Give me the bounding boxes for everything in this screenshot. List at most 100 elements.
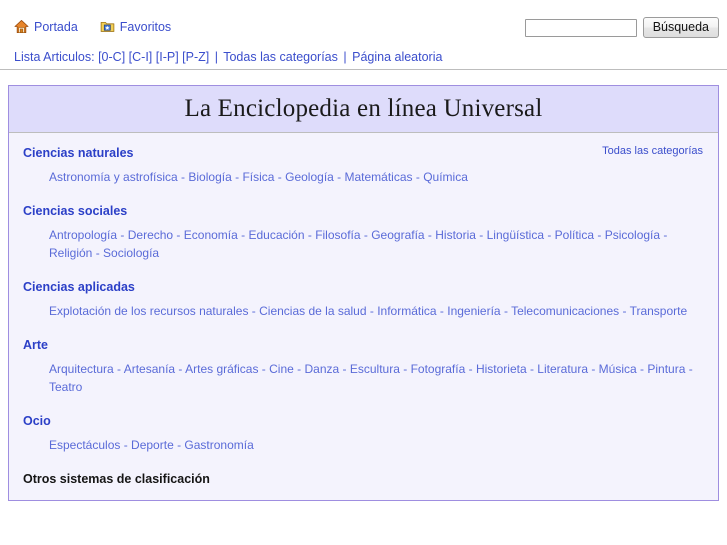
favoritos-link[interactable]: Favoritos — [100, 19, 171, 34]
item-separator: - — [594, 228, 605, 242]
category-link[interactable]: Literatura — [537, 362, 588, 376]
category-link[interactable]: Sociología — [103, 246, 159, 260]
section-heading[interactable]: Ciencias aplicadas — [23, 279, 704, 295]
portada-link[interactable]: Portada — [14, 19, 78, 34]
search-input[interactable] — [524, 18, 637, 37]
item-separator: - — [274, 170, 286, 184]
category-link[interactable]: Telecomunicaciones — [511, 304, 619, 318]
item-separator: - — [117, 228, 128, 242]
range-link-c-i[interactable]: [C-I] — [129, 50, 153, 64]
item-separator: - — [588, 362, 599, 376]
range-link-0-c[interactable]: [0-C] — [98, 50, 125, 64]
item-separator: - — [237, 228, 249, 242]
category-link[interactable]: Ingeniería — [447, 304, 500, 318]
category-link[interactable]: Matemáticas — [345, 170, 413, 184]
category-link[interactable]: Teatro — [49, 380, 82, 394]
item-separator: - — [424, 228, 436, 242]
all-categories-link[interactable]: Todas las categorías — [602, 144, 703, 158]
category-section: Otros sistemas de clasificación — [23, 471, 704, 487]
category-link[interactable]: Gastronomía — [184, 438, 253, 452]
category-link[interactable]: Geografía — [371, 228, 424, 242]
category-link[interactable]: Artesanía — [124, 362, 175, 376]
item-separator: - — [339, 362, 350, 376]
nav-separator-1: | — [214, 50, 218, 64]
section-heading[interactable]: Ocio — [23, 413, 704, 429]
folder-star-icon — [100, 19, 115, 34]
item-separator: - — [660, 228, 668, 242]
category-link[interactable]: Música — [599, 362, 637, 376]
portada-label: Portada — [34, 19, 78, 34]
category-link[interactable]: Ciencias de la salud — [259, 304, 366, 318]
range-link-p-z[interactable]: [P-Z] — [182, 50, 209, 64]
main-content-box: La Enciclopedia en línea Universal Todas… — [8, 85, 719, 501]
item-separator: - — [173, 228, 184, 242]
section-items: Espectáculos - Deporte - Gastronomía — [49, 436, 704, 454]
item-separator: - — [412, 170, 424, 184]
category-link[interactable]: Fotografía — [411, 362, 466, 376]
category-link[interactable]: Escultura — [350, 362, 400, 376]
category-link[interactable]: Filosofía — [315, 228, 360, 242]
nav-all-categories-link[interactable]: Todas las categorías — [223, 50, 338, 64]
category-list: Todas las categorías Ciencias naturales A… — [9, 133, 718, 500]
search-button[interactable]: Búsqueda — [642, 17, 719, 38]
category-link[interactable]: Geología — [285, 170, 334, 184]
item-separator: - — [120, 438, 132, 452]
category-link[interactable]: Artes gráficas — [185, 362, 258, 376]
category-link[interactable]: Economía — [184, 228, 238, 242]
item-separator: - — [258, 362, 270, 376]
article-list-navbar: Lista Articulos: [0-C] [C-I] [I-P] [P-Z]… — [0, 45, 727, 70]
category-link[interactable]: Cine — [269, 362, 294, 376]
category-link[interactable]: Religión — [49, 246, 92, 260]
section-heading: Otros sistemas de clasificación — [23, 472, 210, 486]
item-separator: - — [231, 170, 243, 184]
section-items: Antropología - Derecho - Economía - Educ… — [49, 226, 704, 262]
category-link[interactable]: Antropología — [49, 228, 117, 242]
item-separator: - — [360, 228, 372, 242]
category-link[interactable]: Espectáculos — [49, 438, 120, 452]
item-separator: - — [173, 438, 185, 452]
item-separator: - — [333, 170, 345, 184]
nav-separator-2: | — [343, 50, 347, 64]
item-separator: - — [685, 362, 693, 376]
section-items: Astronomía y astrofísica - Biología - Fí… — [49, 168, 704, 186]
category-section: Ciencias sociales Antropología - Derecho … — [23, 203, 704, 262]
category-link[interactable]: Biología — [188, 170, 231, 184]
top-toolbar: Portada Favoritos Búsqueda — [0, 0, 727, 45]
item-separator: - — [465, 362, 476, 376]
category-link[interactable]: Deporte — [131, 438, 174, 452]
item-separator: - — [304, 228, 316, 242]
item-separator: - — [619, 304, 630, 318]
item-separator: - — [399, 362, 411, 376]
category-link[interactable]: Física — [242, 170, 274, 184]
section-heading[interactable]: Arte — [23, 337, 704, 353]
nav-random-page-link[interactable]: Página aleatoria — [352, 50, 442, 64]
item-separator: - — [436, 304, 448, 318]
category-link[interactable]: Explotación de los recursos naturales — [49, 304, 248, 318]
section-heading[interactable]: Ciencias sociales — [23, 203, 704, 219]
section-items: Arquitectura - Artesanía - Artes gráfica… — [49, 360, 704, 396]
category-sections: Ciencias naturales Astronomía y astrofísi… — [23, 145, 704, 487]
category-link[interactable]: Historia — [435, 228, 476, 242]
home-icon — [14, 19, 29, 34]
category-link[interactable]: Derecho — [128, 228, 173, 242]
category-link[interactable]: Pintura — [647, 362, 685, 376]
category-link[interactable]: Política — [555, 228, 594, 242]
category-link[interactable]: Informática — [377, 304, 436, 318]
category-link[interactable]: Historieta — [476, 362, 527, 376]
item-separator: - — [366, 304, 378, 318]
category-link[interactable]: Arquitectura — [49, 362, 114, 376]
category-section: Ocio Espectáculos - Deporte - Gastronomía — [23, 413, 704, 454]
item-separator: - — [526, 362, 538, 376]
item-separator: - — [475, 228, 487, 242]
category-link[interactable]: Danza — [305, 362, 340, 376]
category-link[interactable]: Química — [423, 170, 468, 184]
category-link[interactable]: Transporte — [630, 304, 688, 318]
item-separator: - — [293, 362, 305, 376]
category-link[interactable]: Psicología — [605, 228, 660, 242]
category-link[interactable]: Educación — [248, 228, 304, 242]
category-link[interactable]: Astronomía y astrofísica — [49, 170, 178, 184]
category-link[interactable]: Lingüística — [487, 228, 544, 242]
page-title: La Enciclopedia en línea Universal — [184, 95, 543, 122]
range-link-i-p[interactable]: [I-P] — [156, 50, 179, 64]
category-section: Ciencias aplicadas Explotación de los rec… — [23, 279, 704, 320]
